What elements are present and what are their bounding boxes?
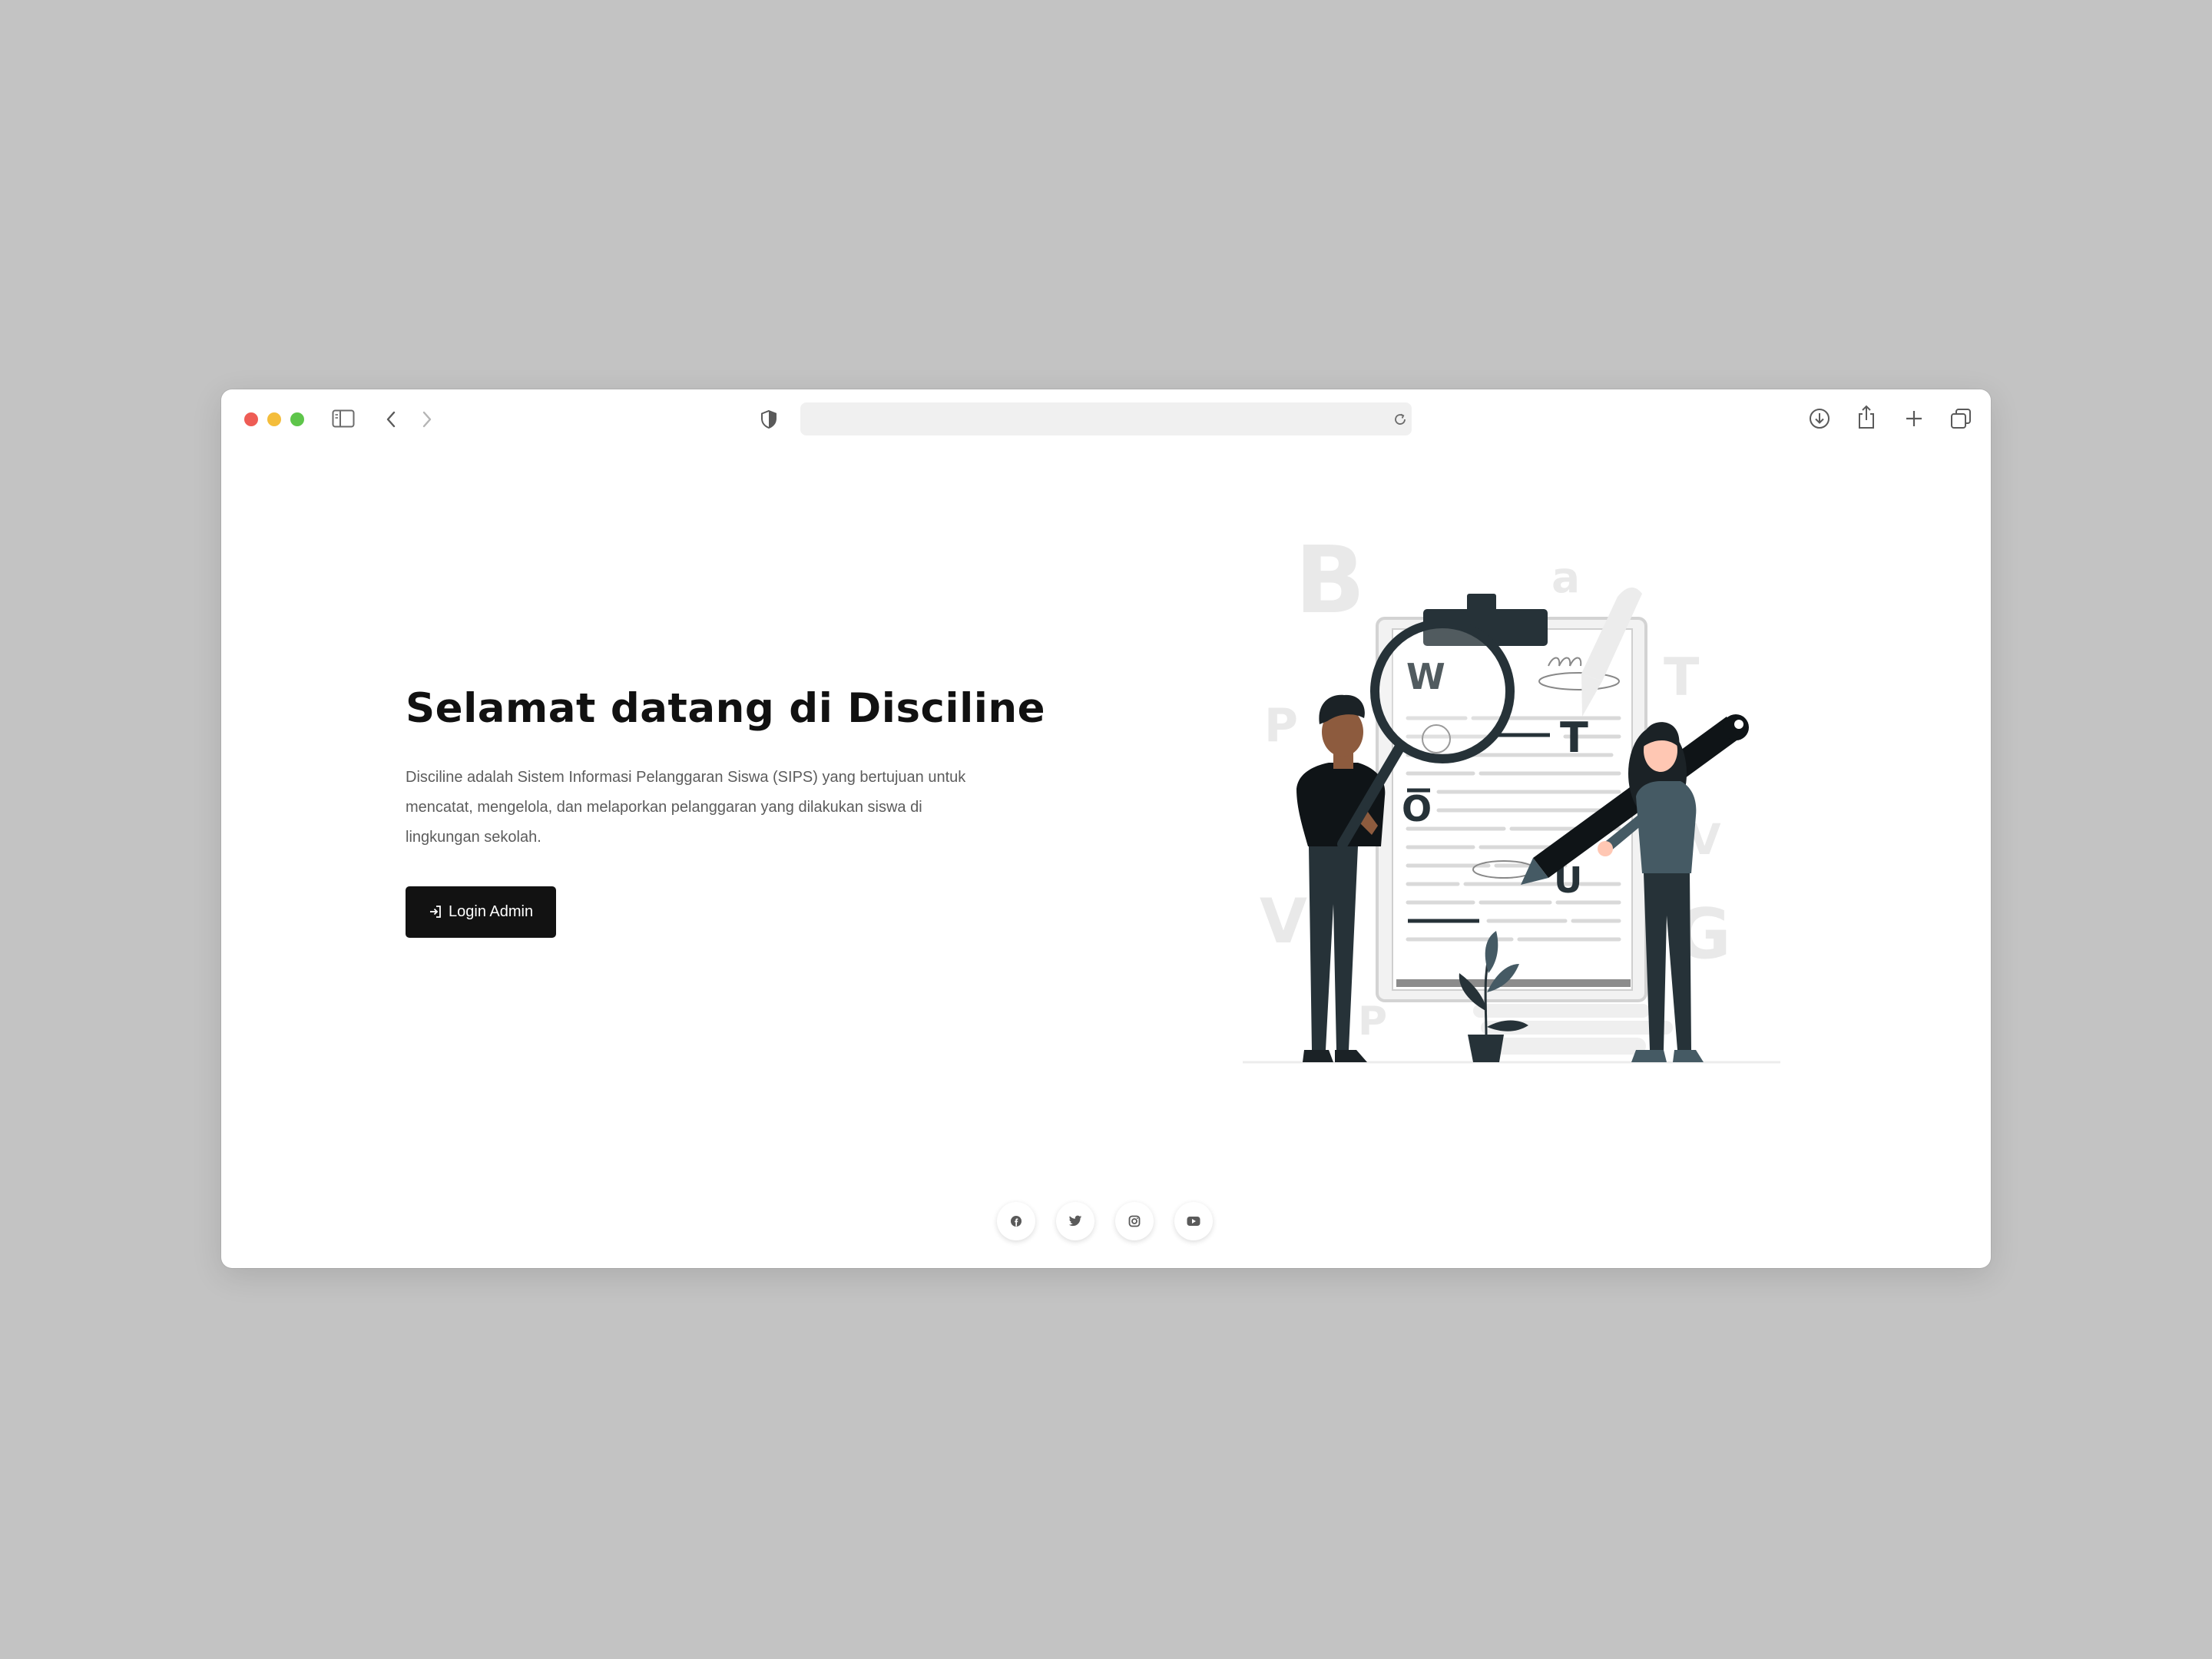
clipboard-people-illustration: B a T P V V G P T O U: [1243, 543, 1780, 1064]
instagram-icon: [1128, 1215, 1141, 1227]
download-icon[interactable]: [1809, 408, 1830, 429]
login-icon: [430, 906, 441, 918]
address-bar[interactable]: [800, 402, 1412, 435]
minimize-window-button[interactable]: [267, 412, 281, 426]
zoom-window-button[interactable]: [290, 412, 304, 426]
youtube-link[interactable]: [1174, 1202, 1213, 1240]
clipboard-letter: O: [1402, 788, 1432, 830]
facebook-link[interactable]: [997, 1202, 1035, 1240]
browser-window: Selamat datang di Disciline Disciline ad…: [221, 389, 1991, 1268]
reload-icon[interactable]: [1393, 412, 1407, 426]
facebook-icon: [1011, 1216, 1022, 1227]
background-letter: P: [1358, 998, 1387, 1045]
browser-toolbar: [221, 389, 1991, 448]
social-links: [997, 1202, 1213, 1240]
background-letter: T: [1664, 647, 1700, 708]
instagram-link[interactable]: [1115, 1202, 1154, 1240]
background-letter: P: [1264, 699, 1298, 753]
privacy-shield-icon[interactable]: [760, 409, 777, 429]
forward-arrow-icon[interactable]: [421, 410, 433, 429]
twitter-icon: [1068, 1215, 1082, 1227]
sidebar-icon[interactable]: [332, 409, 355, 428]
clipboard-letter: T: [1560, 714, 1588, 762]
background-letter: V: [1260, 886, 1307, 957]
back-arrow-icon[interactable]: [385, 410, 397, 429]
hero-section: Selamat datang di Disciline Disciline ad…: [406, 684, 1097, 938]
new-tab-icon[interactable]: [1904, 409, 1924, 429]
login-button-label: Login Admin: [449, 902, 534, 920]
twitter-link[interactable]: [1056, 1202, 1094, 1240]
login-admin-button[interactable]: Login Admin: [406, 886, 557, 938]
background-letter: B: [1295, 543, 1365, 634]
close-window-button[interactable]: [244, 412, 258, 426]
background-letter: a: [1551, 553, 1580, 602]
hero-description: Disciline adalah Sistem Informasi Pelang…: [406, 768, 966, 846]
share-icon[interactable]: [1856, 405, 1876, 429]
page-title: Selamat datang di Disciline: [406, 685, 1046, 732]
tabs-overview-icon[interactable]: [1950, 408, 1972, 429]
youtube-icon: [1187, 1217, 1200, 1226]
